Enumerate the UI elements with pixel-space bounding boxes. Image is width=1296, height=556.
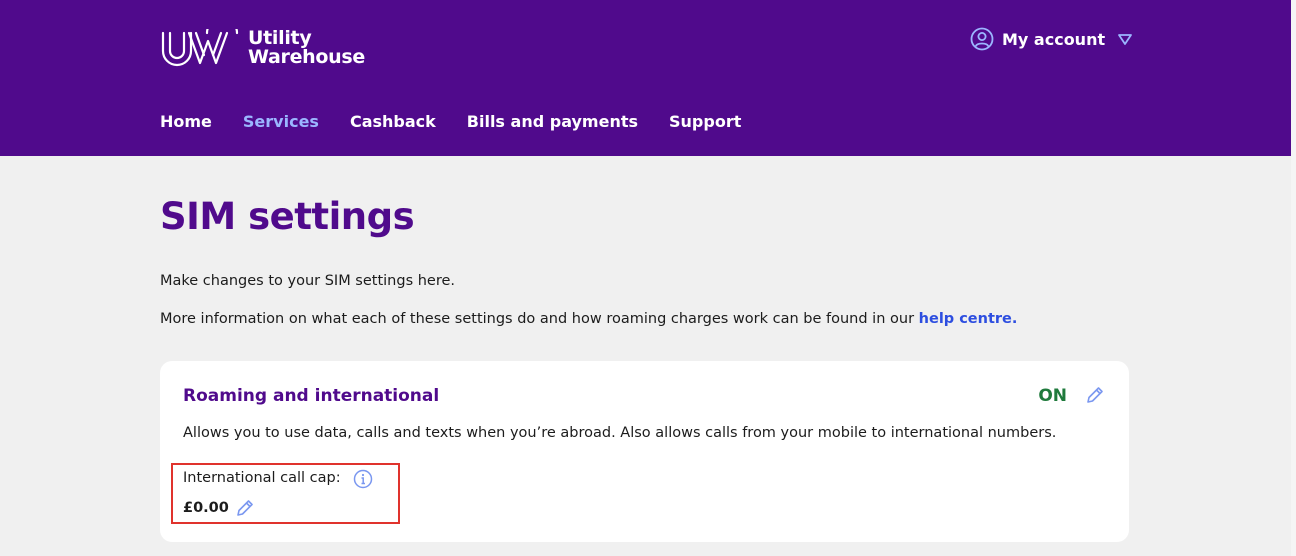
info-icon[interactable] xyxy=(353,469,373,489)
utility-warehouse-logo[interactable]: Utility Warehouse xyxy=(160,26,380,70)
help-centre-link[interactable]: help centre. xyxy=(919,311,1018,327)
chevron-down-icon xyxy=(1118,34,1133,45)
main-nav: Home Services Cashback Bills and payment… xyxy=(160,112,772,132)
more-info-text: More information on what each of these s… xyxy=(160,309,1017,329)
uw-logo-icon xyxy=(161,29,239,67)
call-cap-value: £0.00 xyxy=(183,500,229,516)
roaming-card-title: Roaming and international xyxy=(183,386,440,406)
roaming-description: Allows you to use data, calls and texts … xyxy=(183,425,1057,441)
nav-support[interactable]: Support xyxy=(669,112,741,132)
nav-home[interactable]: Home xyxy=(160,112,212,132)
my-account-label: My account xyxy=(1002,29,1106,49)
page-edge xyxy=(1291,0,1296,556)
user-circle-icon xyxy=(970,27,994,51)
call-cap-label: International call cap: xyxy=(183,470,341,486)
intro-text: Make changes to your SIM settings here. xyxy=(160,273,456,289)
pencil-icon[interactable] xyxy=(1085,385,1105,405)
logo-text: Utility Warehouse xyxy=(248,29,365,67)
logo-text-line2: Warehouse xyxy=(248,46,365,68)
nav-bills-and-payments[interactable]: Bills and payments xyxy=(467,112,638,132)
nav-cashback[interactable]: Cashback xyxy=(350,112,436,132)
roaming-status: ON xyxy=(1038,386,1067,406)
more-info-prefix: More information on what each of these s… xyxy=(160,311,919,327)
edit-call-cap-pencil-icon[interactable] xyxy=(235,498,255,518)
my-account-menu[interactable]: My account xyxy=(970,26,1133,52)
nav-services[interactable]: Services xyxy=(243,112,319,132)
site-header: Utility Warehouse My account Home Servic… xyxy=(0,0,1291,156)
page-title: SIM settings xyxy=(160,195,415,238)
roaming-international-card: Roaming and international ON Allows you … xyxy=(160,361,1129,542)
